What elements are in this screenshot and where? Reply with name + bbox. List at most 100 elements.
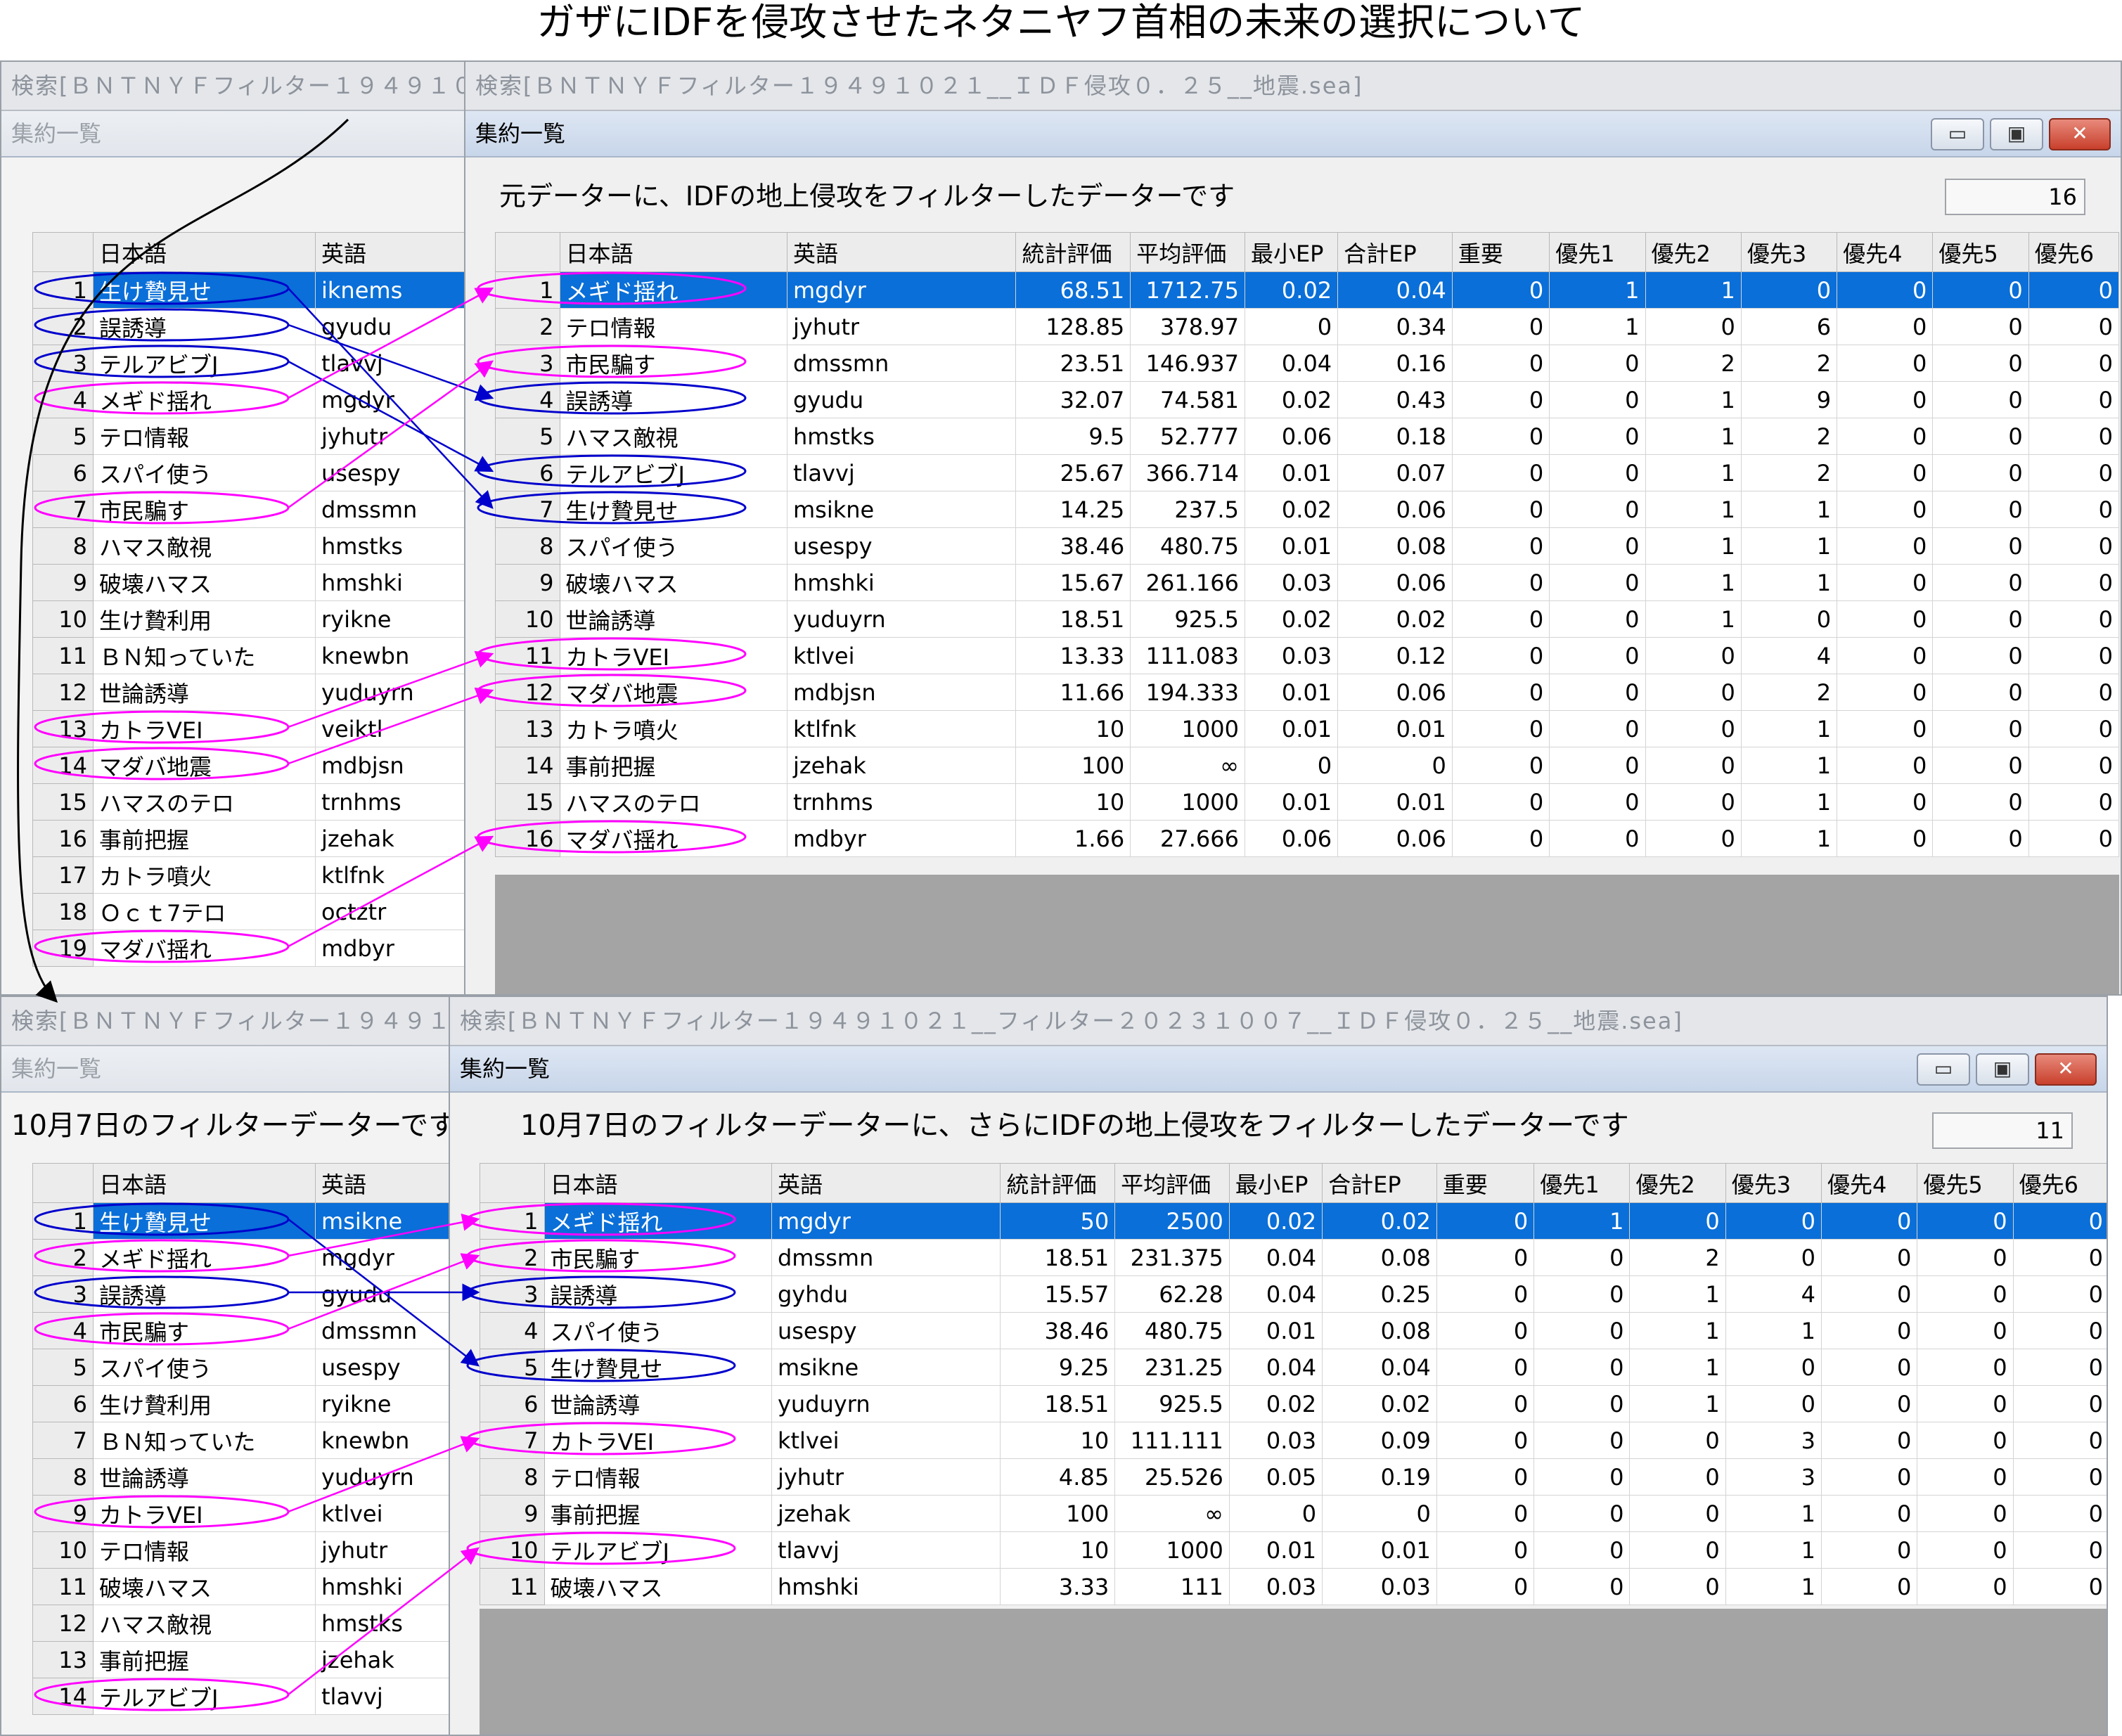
cell-value[interactable]: 0.02 — [1244, 271, 1339, 309]
cell-value[interactable]: 0 — [1451, 674, 1550, 711]
cell-japanese[interactable]: 破壊ハマス — [544, 1568, 772, 1605]
row-number[interactable]: 18 — [32, 893, 94, 930]
cell-value[interactable]: 1 — [1629, 1349, 1726, 1386]
cell-value[interactable]: 0 — [1917, 1239, 2014, 1276]
cell-value[interactable]: 1000 — [1114, 1531, 1230, 1569]
cell-value[interactable]: 0 — [1451, 381, 1550, 418]
cell-value[interactable]: 0 — [1821, 1385, 1918, 1422]
cell-value[interactable]: 111.083 — [1130, 637, 1245, 674]
cell-value[interactable]: 0.04 — [1244, 345, 1339, 382]
cell-value[interactable]: 100 — [1015, 747, 1131, 784]
cell-value[interactable]: 480.75 — [1130, 527, 1245, 565]
cell-value[interactable]: 0 — [1549, 564, 1646, 601]
cell-value[interactable]: 6 — [1740, 308, 1838, 345]
cell-value[interactable]: ∞ — [1114, 1495, 1230, 1532]
cell-value[interactable]: 2500 — [1114, 1202, 1230, 1240]
table-row[interactable]: 2 市民騙す dmssmn 18.51 231.375 0.04 0.08 0 0 2 0 0 0 0 — [480, 1239, 2107, 1276]
cell-japanese[interactable]: 世論誘導 — [93, 674, 316, 711]
cell-value[interactable]: 3.33 — [1000, 1568, 1116, 1605]
cell-value[interactable]: 32.07 — [1015, 381, 1131, 418]
cell-english[interactable]: usespy — [771, 1312, 1001, 1349]
minimize-icon[interactable]: ▭ — [1917, 1053, 1970, 1086]
table-row[interactable]: 11 破壊ハマス hmshki 3.33 111 0.03 0.03 0 0 0 1 0 0 0 — [480, 1568, 2107, 1605]
cell-value[interactable]: 0.16 — [1337, 345, 1453, 382]
cell-japanese[interactable]: 誤誘導 — [544, 1275, 772, 1313]
row-number[interactable]: 10 — [480, 1531, 545, 1569]
table-row[interactable]: 12 世論誘導 yuduyrn — [32, 674, 467, 711]
cell-value[interactable]: 0 — [1837, 783, 1934, 821]
column-header[interactable]: 優先1 — [1549, 232, 1646, 272]
bottom-left-window[interactable]: 検索[ＢＮＴＮＹＦフィルター１９４９１０２１ 集約一覧 10月7日のフィルターデ… — [0, 996, 451, 1736]
cell-japanese[interactable]: 事前把握 — [93, 820, 316, 857]
cell-value[interactable]: 0.03 — [1244, 637, 1339, 674]
cell-value[interactable]: 0 — [1244, 747, 1339, 784]
cell-english[interactable]: iknems — [315, 271, 467, 309]
cell-value[interactable]: 2 — [1740, 674, 1838, 711]
cell-value[interactable]: 38.46 — [1000, 1312, 1116, 1349]
row-number[interactable]: 5 — [32, 1349, 94, 1386]
cell-japanese[interactable]: テロ情報 — [93, 418, 316, 455]
row-number[interactable]: 1 — [32, 271, 94, 309]
row-number[interactable]: 6 — [32, 1385, 94, 1422]
cell-value[interactable]: 0.43 — [1337, 381, 1453, 418]
cell-value[interactable]: 0.01 — [1244, 710, 1339, 747]
cell-japanese[interactable]: スパイ使う — [93, 1349, 316, 1386]
row-number[interactable]: 14 — [32, 747, 94, 784]
cell-value[interactable]: 1 — [1645, 564, 1742, 601]
cell-value[interactable]: 128.85 — [1015, 308, 1131, 345]
cell-japanese[interactable]: テルアビブJ — [544, 1531, 772, 1569]
cell-english[interactable]: ryikne — [315, 1385, 450, 1422]
cell-japanese[interactable]: スパイ使う — [559, 527, 787, 565]
cell-value[interactable]: 0.03 — [1228, 1422, 1323, 1459]
table-row[interactable]: 5 テロ情報 jyhutr — [32, 418, 467, 455]
maximize-icon[interactable]: ▣ — [1976, 1053, 2029, 1086]
cell-value[interactable]: 0 — [1917, 1458, 2014, 1496]
table-row[interactable]: 4 スパイ使う usespy 38.46 480.75 0.01 0.08 0 0 1 1 0 0 0 — [480, 1312, 2107, 1349]
cell-value[interactable]: 0.08 — [1337, 527, 1453, 565]
cell-value[interactable]: 194.333 — [1130, 674, 1245, 711]
cell-value[interactable]: 0.03 — [1322, 1568, 1437, 1605]
table-row[interactable]: 14 マダバ地震 mdbjsn — [32, 747, 467, 784]
cell-value[interactable]: 0 — [1917, 1568, 2014, 1605]
row-number[interactable]: 10 — [495, 600, 560, 638]
cell-japanese[interactable]: ハマスのテロ — [93, 783, 316, 821]
cell-value[interactable]: 0.25 — [1322, 1275, 1437, 1313]
cell-value[interactable]: 0 — [2028, 674, 2120, 711]
cell-value[interactable]: 0 — [1821, 1458, 1918, 1496]
cell-value[interactable]: 0 — [1837, 747, 1934, 784]
cell-value[interactable]: 0 — [1629, 1568, 1726, 1605]
cell-value[interactable]: 0 — [1932, 674, 2029, 711]
row-number[interactable]: 6 — [32, 454, 94, 491]
cell-value[interactable]: 0 — [1645, 308, 1742, 345]
row-number[interactable]: 14 — [495, 747, 560, 784]
cell-value[interactable]: 0.18 — [1337, 418, 1453, 455]
cell-value[interactable]: 15.57 — [1000, 1275, 1116, 1313]
cell-japanese[interactable]: マダバ地震 — [559, 674, 787, 711]
cell-value[interactable]: 0 — [1629, 1495, 1726, 1532]
cell-value[interactable]: 0 — [1917, 1349, 2014, 1386]
cell-japanese[interactable]: 世論誘導 — [559, 600, 787, 638]
table-row[interactable]: 10 テルアビブJ tlavvj 10 1000 0.01 0.01 0 0 0 1 0 0 0 — [480, 1531, 2107, 1569]
cell-value[interactable]: 0 — [1451, 564, 1550, 601]
cell-value[interactable]: 0 — [1821, 1202, 1918, 1240]
cell-value[interactable]: 10 — [1015, 783, 1131, 821]
cell-value[interactable]: 1 — [1740, 747, 1838, 784]
cell-value[interactable]: 231.375 — [1114, 1239, 1230, 1276]
table-row[interactable]: 6 テルアビブJ tlavvj 25.67 366.714 0.01 0.07 0 0 1 2 0 0 0 — [495, 454, 2120, 491]
row-number[interactable]: 16 — [495, 820, 560, 857]
table-row[interactable]: 3 テルアビブJ tlavvj — [32, 345, 467, 382]
cell-value[interactable]: 0 — [2028, 491, 2120, 528]
row-number[interactable]: 5 — [32, 418, 94, 455]
table-row[interactable]: 5 スパイ使う usespy — [32, 1349, 450, 1386]
column-header[interactable]: 英語 — [786, 232, 1017, 272]
row-number[interactable]: 6 — [495, 454, 560, 491]
cell-value[interactable]: 0 — [1451, 308, 1550, 345]
cell-value[interactable]: 0 — [1337, 747, 1453, 784]
cell-value[interactable]: 0 — [2028, 710, 2120, 747]
column-header[interactable]: 優先5 — [1917, 1163, 2014, 1203]
table-row[interactable]: 16 マダバ揺れ mdbyr 1.66 27.666 0.06 0.06 0 0 0 1 0 0 0 — [495, 820, 2120, 857]
cell-english[interactable]: jyhutr — [771, 1458, 1001, 1496]
row-number[interactable]: 7 — [32, 1422, 94, 1459]
cell-value[interactable]: 0 — [1629, 1422, 1726, 1459]
column-header[interactable]: 平均評価 — [1114, 1163, 1230, 1203]
